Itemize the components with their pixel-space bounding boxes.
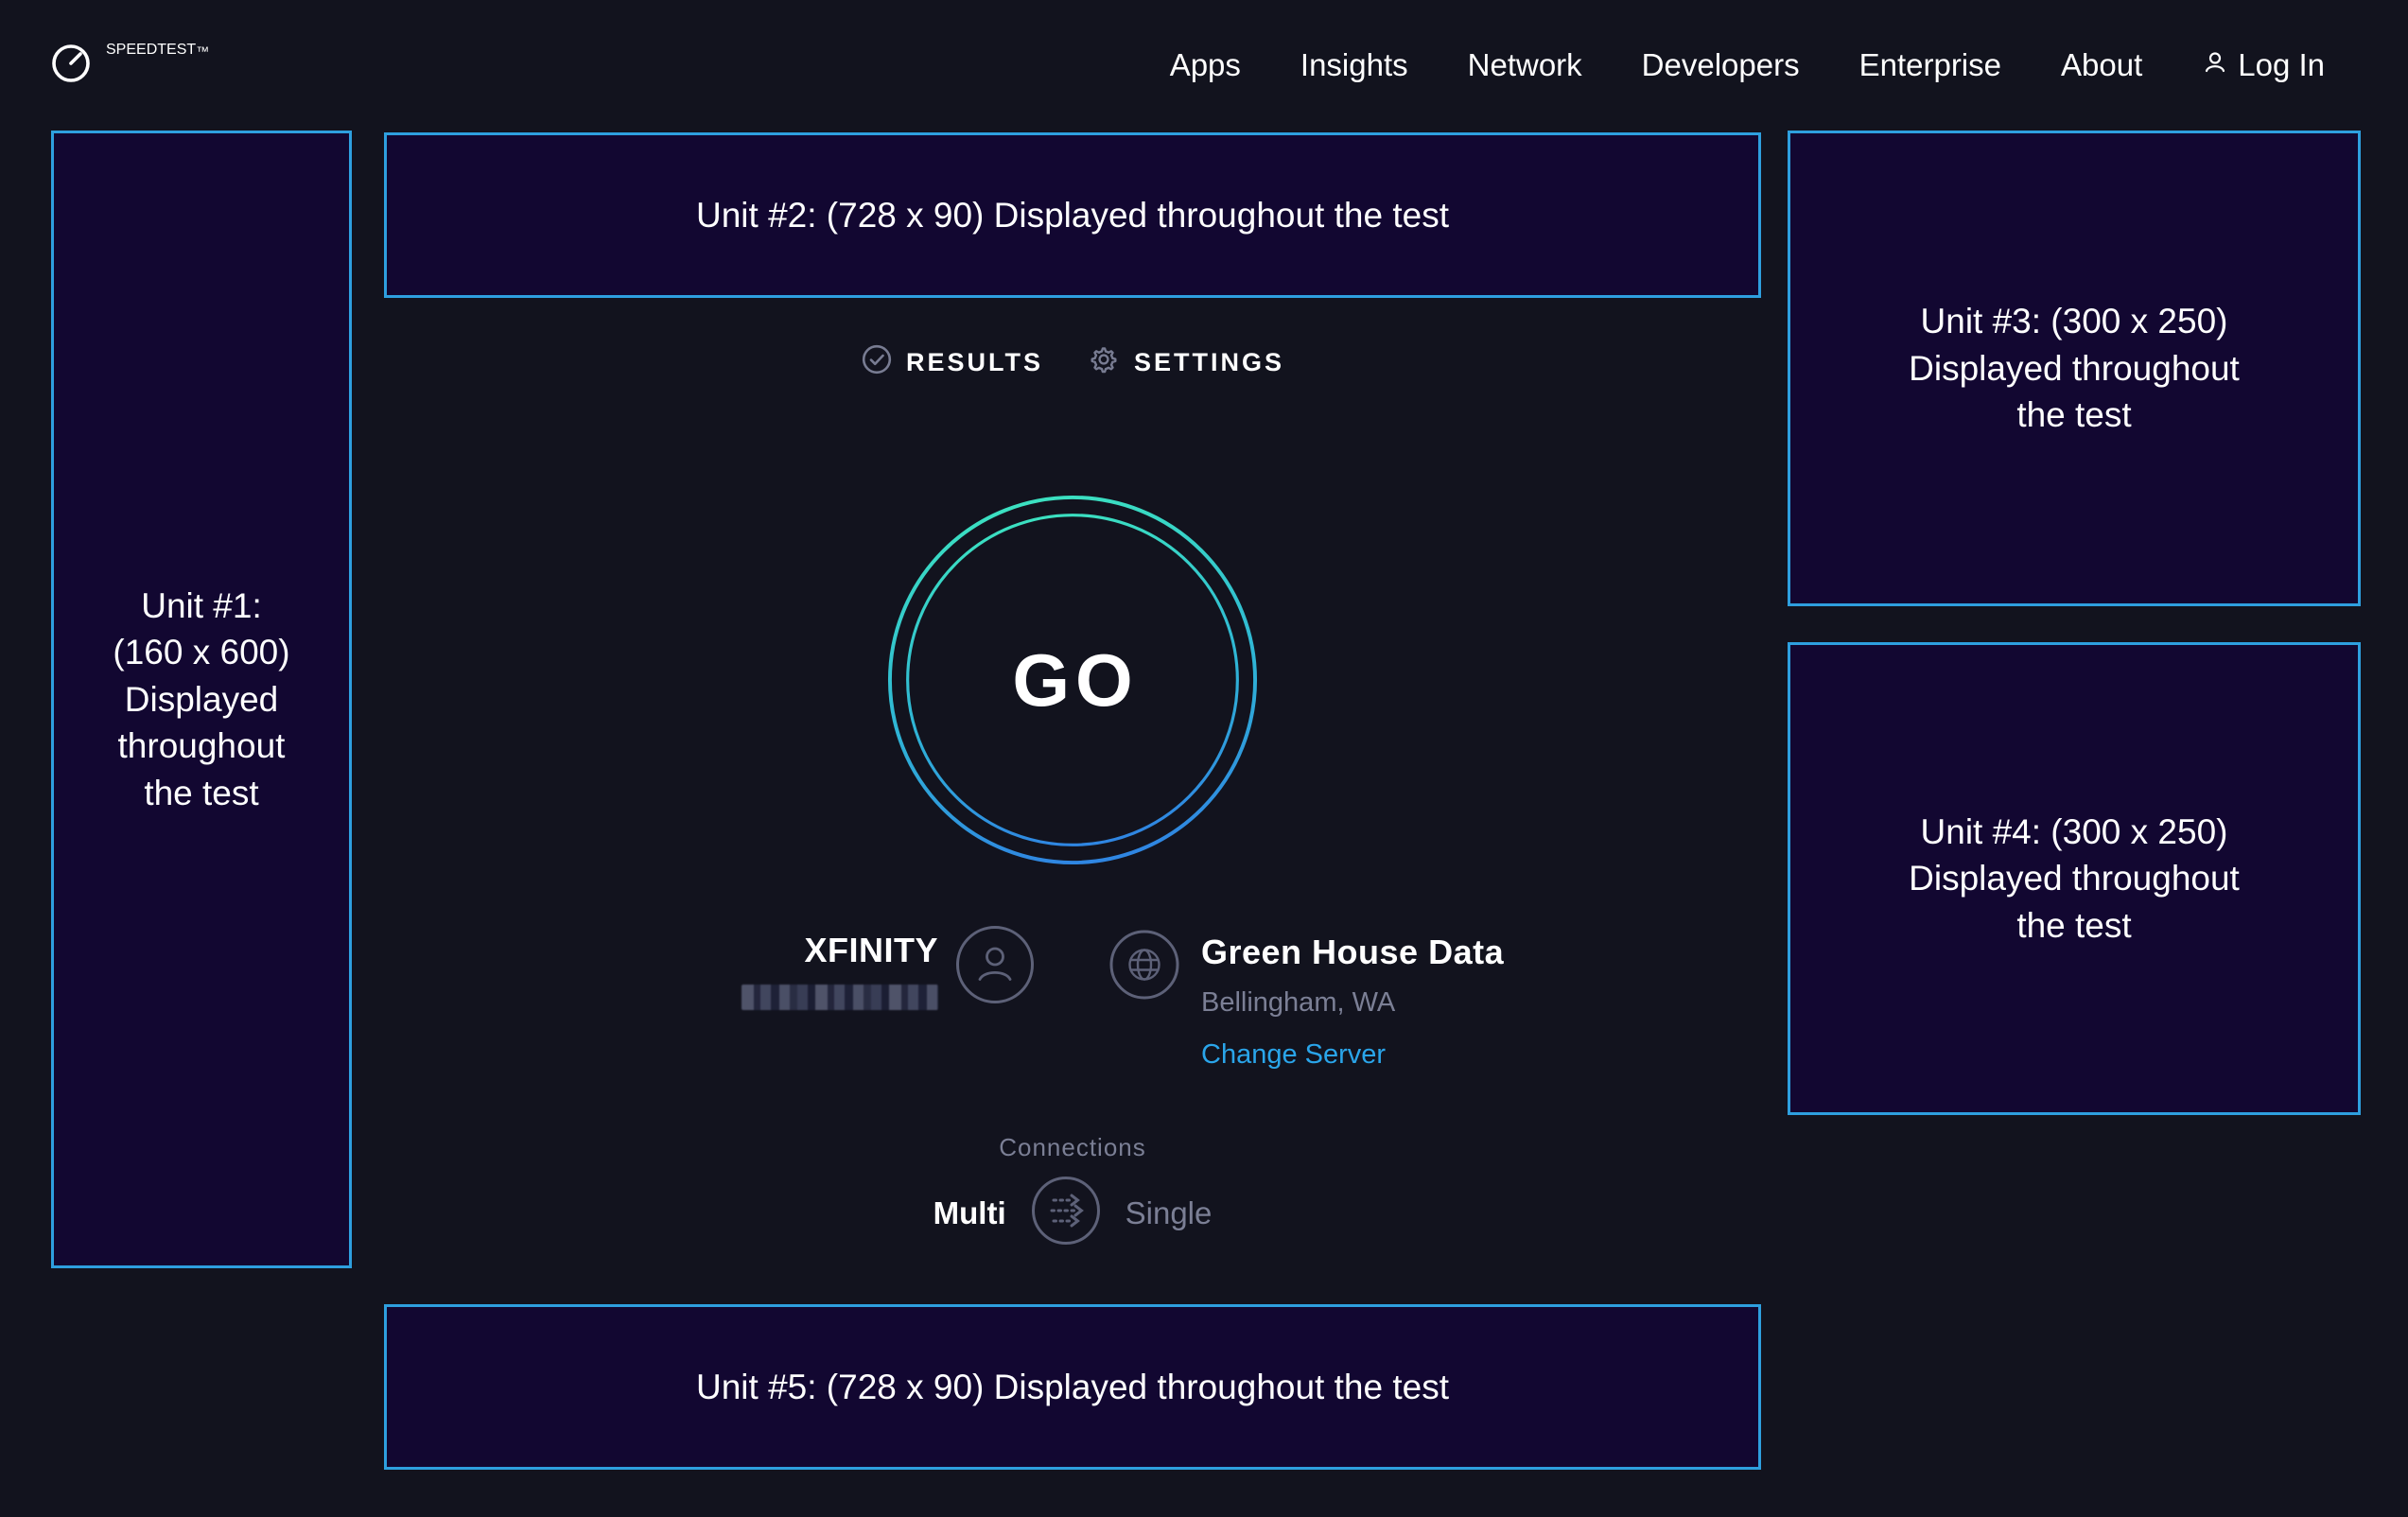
ad-unit-3[interactable]: Unit #3: (300 x 250) Displayed throughou… [1788,131,2361,606]
ad-unit-4[interactable]: Unit #4: (300 x 250) Displayed throughou… [1788,642,2361,1115]
connection-info-row: XFINITY [384,925,1761,1105]
connections-label: Connections [384,1133,1761,1162]
check-circle-icon [861,343,893,382]
speedtest-page: SPEEDTEST™ Apps Insights Network Develop… [0,0,2408,1517]
nav-insights[interactable]: Insights [1300,47,1408,83]
main-nav: Apps Insights Network Developers Enterpr… [1170,47,2325,83]
nav-apps[interactable]: Apps [1170,47,1241,83]
server-location: Bellingham, WA [1201,987,1395,1019]
change-server-link[interactable]: Change Server [1201,1039,1386,1071]
main-column: Unit #2: (728 x 90) Displayed throughout… [384,132,1761,1517]
ad-unit-1[interactable]: Unit #1: (160 x 600) Displayed throughou… [51,131,352,1268]
go-label: GO [886,494,1259,866]
user-icon [2202,47,2228,83]
gauge-icon [49,42,93,90]
go-button[interactable]: GO [886,494,1259,866]
gear-icon [1087,342,1121,383]
isp-info: XFINITY [742,925,1035,1010]
connection-mode-toggle: Multi Single [384,1175,1761,1251]
nav-enterprise[interactable]: Enterprise [1859,47,2001,83]
server-name: Green House Data [1201,933,1504,972]
isp-name: XFINITY [804,931,938,970]
server-info: Green House Data Bellingham, WA Change S… [1108,925,1504,1071]
speedtest-logo[interactable]: SPEEDTEST™ [49,42,209,90]
globe-circle-icon [1108,929,1180,1005]
tab-results[interactable]: RESULTS [861,342,1043,383]
tabs-row: RESULTS SETTINGS [384,342,1761,383]
nav-about[interactable]: About [2061,47,2142,83]
ad-unit-2[interactable]: Unit #2: (728 x 90) Displayed throughout… [384,132,1761,298]
header: SPEEDTEST™ Apps Insights Network Develop… [0,0,2408,131]
masked-ip [742,985,938,1010]
login-link[interactable]: Log In [2202,47,2325,83]
multi-option[interactable]: Multi [934,1195,1006,1231]
nav-developers[interactable]: Developers [1642,47,1800,83]
nav-network[interactable]: Network [1468,47,1582,83]
trademark: ™ [196,44,209,59]
logo-text: SPEEDTEST™ [106,42,209,61]
tab-settings[interactable]: SETTINGS [1087,342,1284,383]
person-circle-icon [955,925,1035,1009]
single-option[interactable]: Single [1125,1195,1213,1231]
ad-unit-5[interactable]: Unit #5: (728 x 90) Displayed throughout… [384,1304,1761,1470]
multi-connection-icon[interactable] [1030,1175,1102,1251]
